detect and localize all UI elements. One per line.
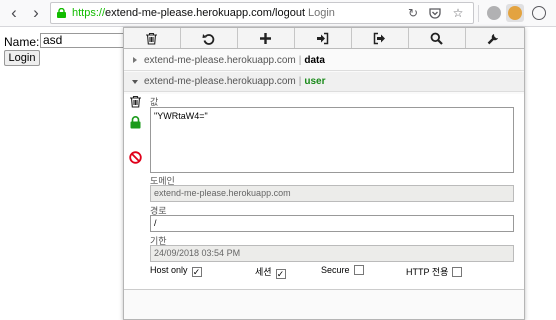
cookie-row[interactable]: extend-me-please.herokuapp.com | data: [124, 51, 524, 71]
session-label: 세션: [255, 267, 272, 277]
host-only-option: Host only ✓: [150, 265, 202, 277]
cookie-separator: |: [298, 76, 302, 87]
add-icon: [260, 33, 271, 44]
host-only-checkbox[interactable]: ✓: [191, 267, 202, 277]
export-icon: [373, 32, 385, 45]
http-only-checkbox[interactable]: [452, 267, 463, 277]
cookie-row-selected[interactable]: extend-me-please.herokuapp.com | user: [124, 72, 524, 92]
session-checkbox[interactable]: ✓: [275, 269, 286, 279]
page-title: Login: [308, 7, 335, 19]
http-only-label: HTTP 전용: [406, 267, 449, 277]
import-icon: [317, 32, 329, 45]
url-bar[interactable]: https://extend-me-please.herokuapp.com/l…: [50, 2, 474, 24]
search-button[interactable]: [409, 28, 466, 48]
url-path: /logout: [271, 7, 305, 19]
wrench-icon: [487, 34, 498, 45]
cookie-editor-popup: extend-me-please.herokuapp.com | data exte…: [123, 27, 525, 320]
secure-label: Secure: [321, 265, 350, 275]
session-option: 세션 ✓: [255, 265, 286, 279]
block-icon[interactable]: [129, 151, 142, 164]
forward-icon[interactable]: ›: [26, 4, 46, 24]
expiry-field[interactable]: 24/09/2018 03:54 PM: [150, 245, 514, 262]
http-only-option: HTTP 전용: [406, 265, 463, 278]
cookie-domain: extend-me-please.herokuapp.com: [144, 55, 296, 66]
reload-icon[interactable]: ↻: [406, 6, 420, 20]
cookie-icon: [508, 6, 522, 20]
cookie-name: user: [304, 76, 326, 87]
host-only-label: Host only: [150, 265, 188, 275]
expanded-arrow-icon: [132, 80, 138, 84]
name-input[interactable]: asd: [40, 33, 130, 48]
secure-option: Secure: [321, 265, 364, 275]
add-button[interactable]: [238, 28, 295, 48]
cookie-detail-panel: 값 "YWRtaW4=" 도메인 extend-me-please.heroku…: [124, 94, 524, 290]
popup-toolbar: [124, 28, 524, 49]
path-field[interactable]: /: [150, 215, 514, 232]
cookie-name: data: [304, 55, 325, 66]
star-icon[interactable]: ☆: [451, 6, 465, 20]
back-icon[interactable]: ‹: [4, 4, 24, 24]
undo-icon: [202, 34, 215, 45]
save-lock-icon[interactable]: [129, 116, 142, 129]
trash-icon: [146, 32, 157, 45]
value-textarea[interactable]: "YWRtaW4=": [150, 107, 514, 173]
url-scheme: https://: [72, 7, 106, 19]
options-button[interactable]: [466, 28, 523, 48]
search-icon: [430, 32, 443, 45]
menu-icon[interactable]: [532, 6, 546, 20]
globe-icon[interactable]: [487, 6, 501, 20]
pocket-icon[interactable]: [428, 6, 442, 20]
import-button[interactable]: [295, 28, 352, 48]
name-label: Name:: [4, 35, 40, 49]
domain-field[interactable]: extend-me-please.herokuapp.com: [150, 185, 514, 202]
export-button[interactable]: [352, 28, 409, 48]
cookie-separator: |: [298, 55, 302, 66]
delete-cookie-icon[interactable]: [129, 95, 142, 108]
cookie-extension-button[interactable]: [506, 4, 524, 22]
login-button[interactable]: Login: [4, 50, 40, 66]
secure-checkbox[interactable]: [353, 265, 364, 275]
url-host: extend-me-please.herokuapp.com: [105, 7, 272, 19]
cookie-domain: extend-me-please.herokuapp.com: [144, 76, 296, 87]
url-text: https://extend-me-please.herokuapp.com/l…: [72, 3, 335, 23]
lock-icon: [57, 8, 66, 18]
toolbar-separator: [478, 5, 479, 22]
browser-toolbar: ‹ › https://extend-me-please.herokuapp.c…: [0, 0, 556, 27]
delete-all-button[interactable]: [124, 28, 181, 48]
collapsed-arrow-icon: [133, 57, 137, 63]
undo-button[interactable]: [181, 28, 238, 48]
